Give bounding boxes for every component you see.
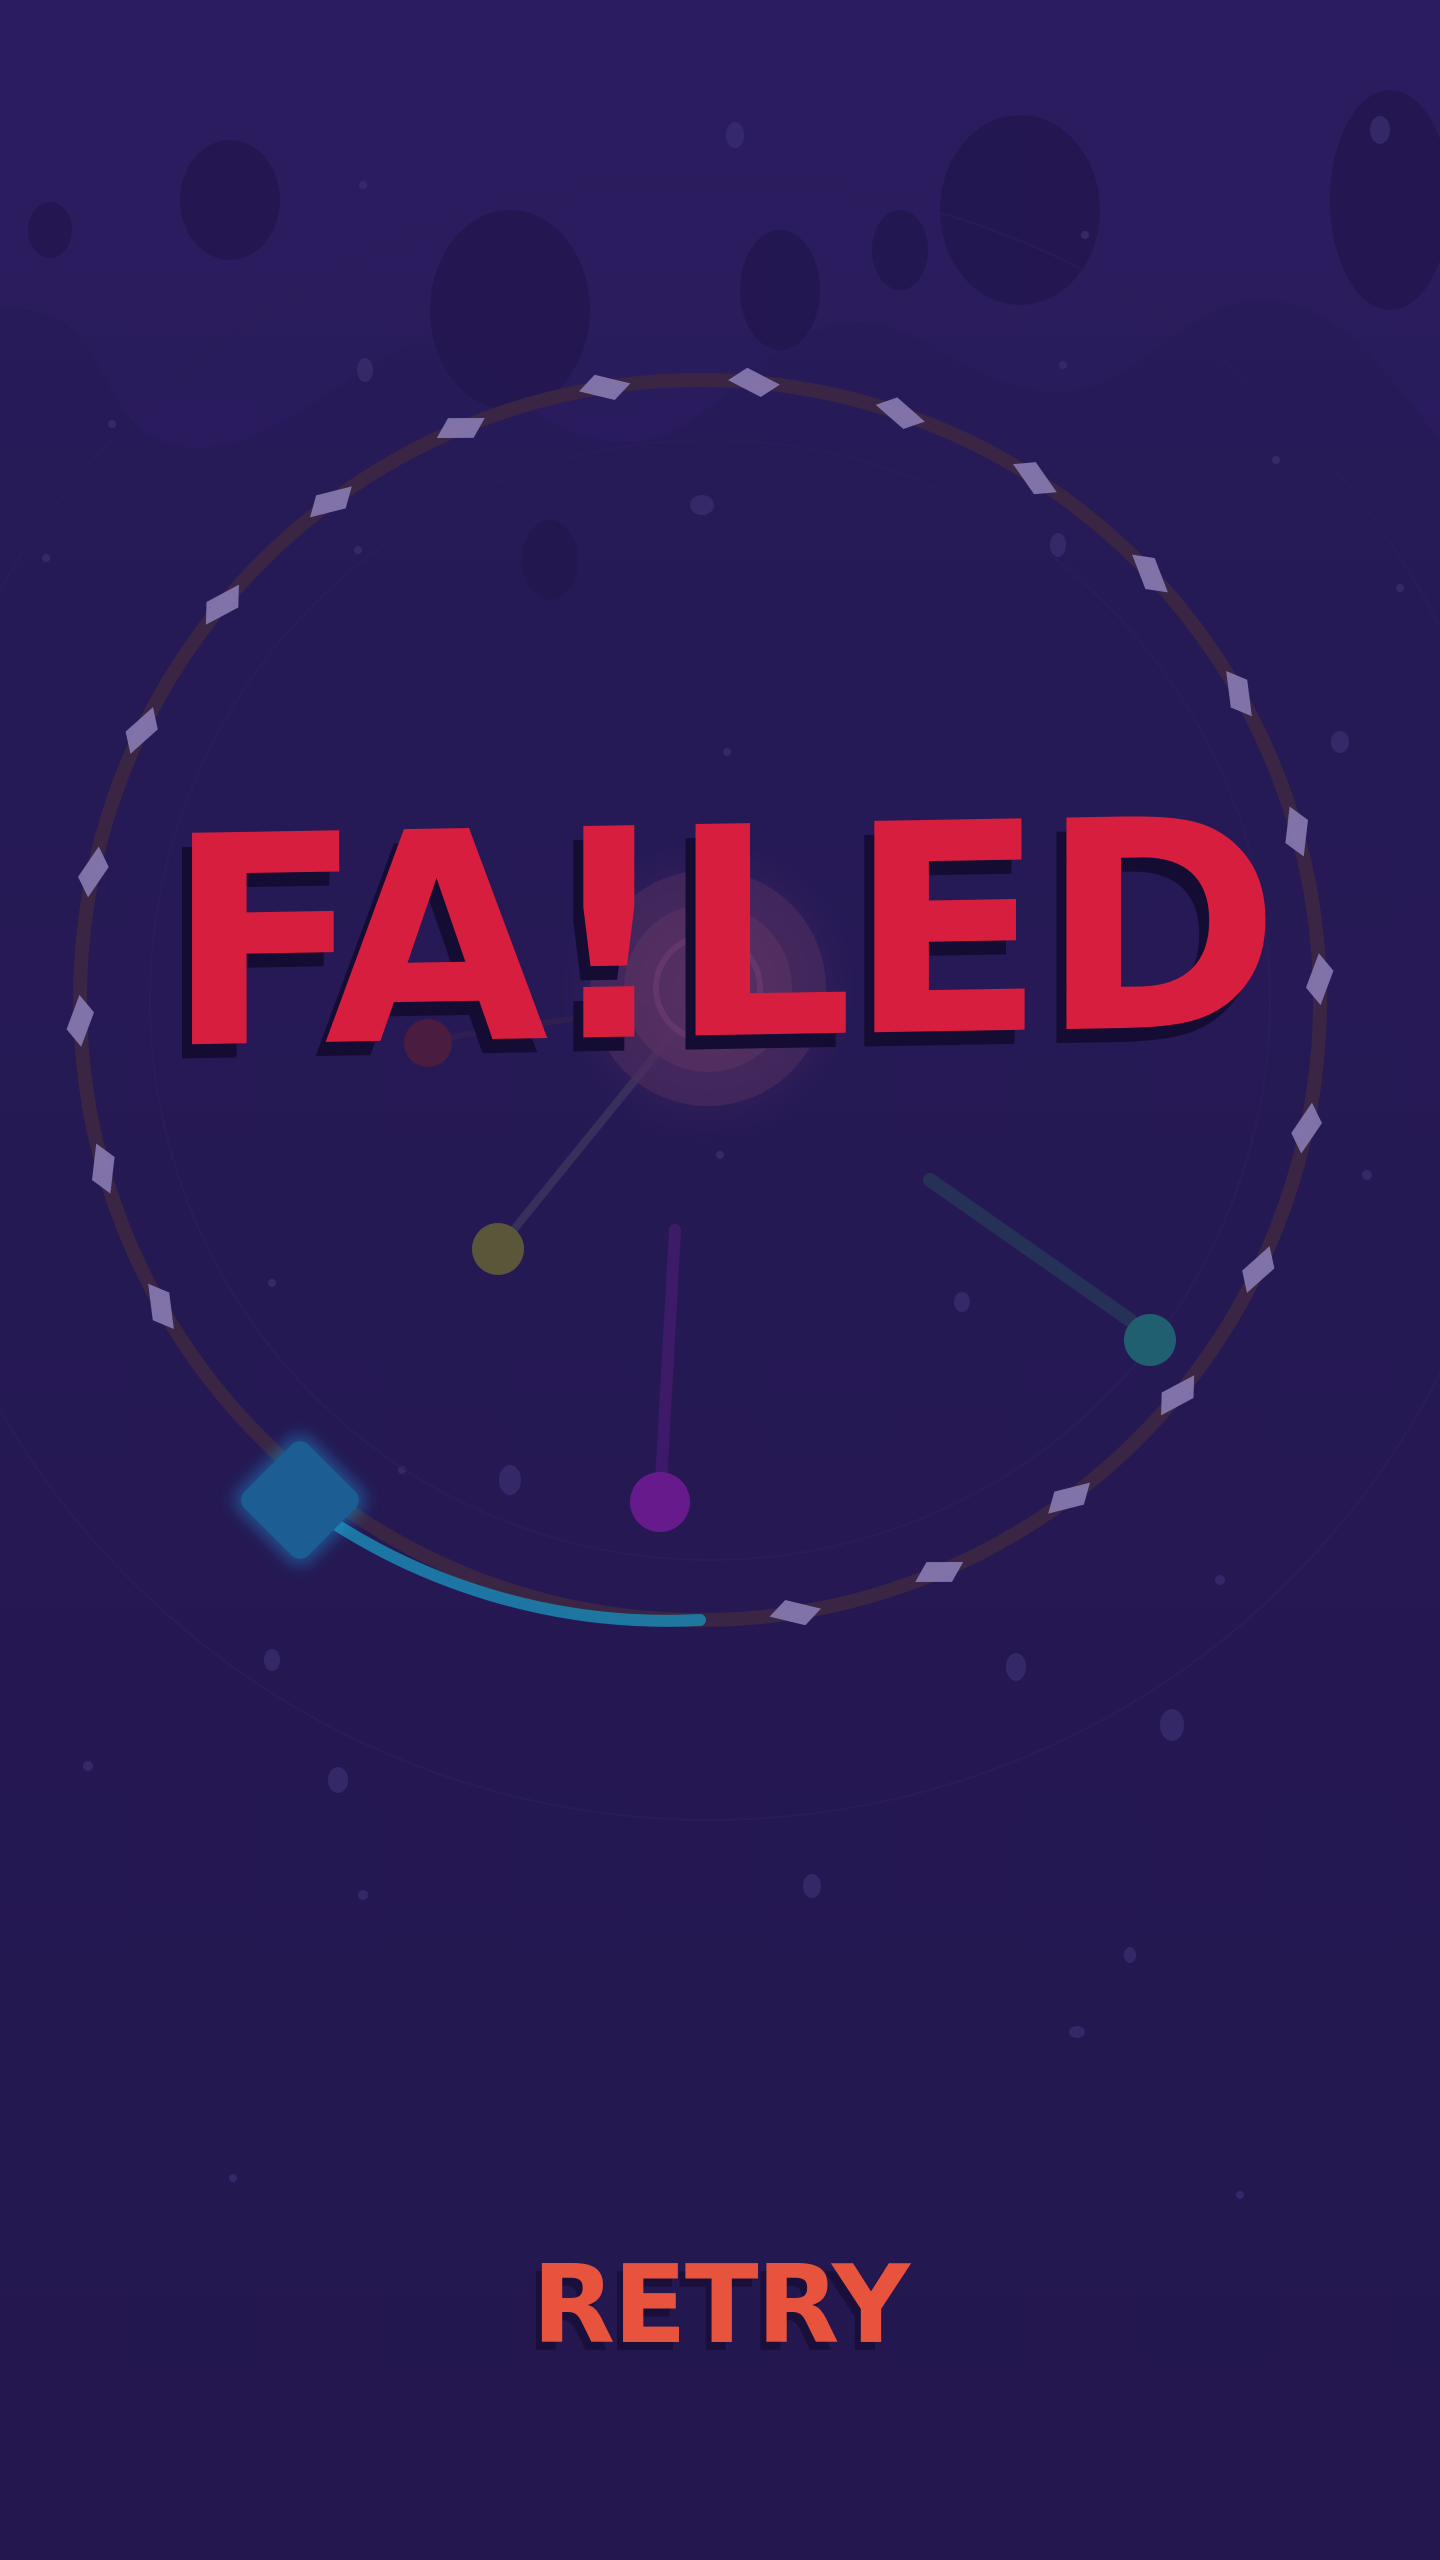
game-stage xyxy=(0,0,1440,2560)
failed-title: FA!LED xyxy=(165,756,1275,1114)
teal-orb-icon xyxy=(1124,1314,1176,1366)
yellow-orb-icon xyxy=(472,1223,524,1275)
purple-orb-icon xyxy=(630,1472,690,1532)
retry-button[interactable]: RETRY xyxy=(470,2230,970,2380)
